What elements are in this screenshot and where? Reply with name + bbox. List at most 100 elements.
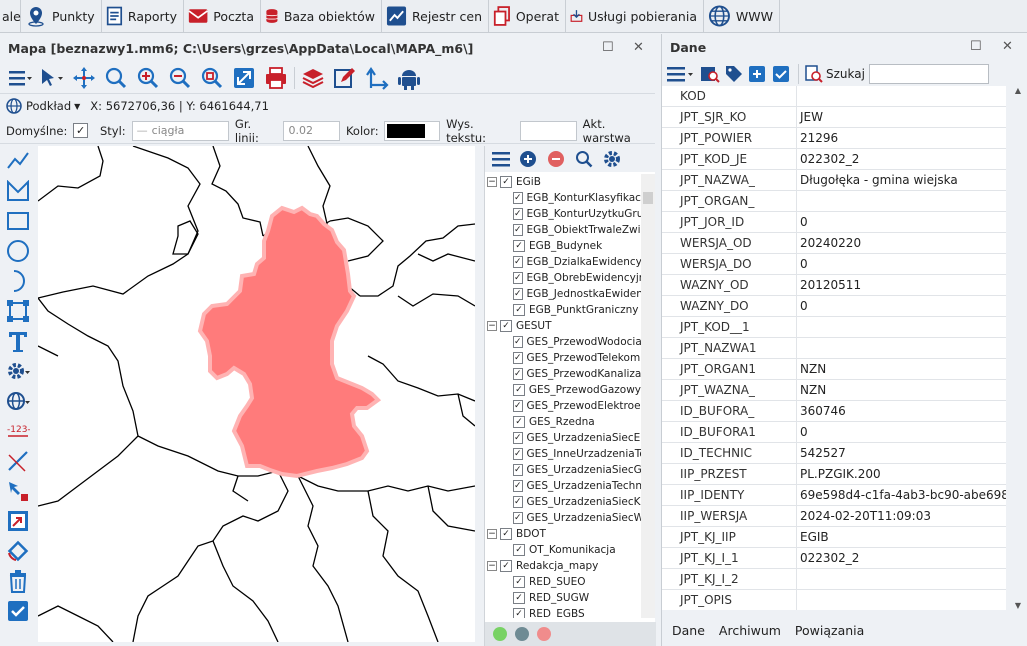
attribute-row[interactable]: JPT_POWIER 21296 bbox=[662, 128, 1006, 149]
confirm-icon[interactable] bbox=[772, 65, 790, 83]
attribute-row[interactable]: JPT_ORGAN_ bbox=[662, 191, 1006, 212]
layer-group-checkbox[interactable]: ✓ bbox=[500, 176, 512, 188]
maximize-icon[interactable]: ☐ bbox=[970, 39, 982, 54]
layer-checkbox[interactable]: ✓ bbox=[513, 448, 523, 460]
layer-item[interactable]: ✓ RED_SUGW bbox=[485, 590, 641, 606]
attribute-row[interactable]: WAZNY_DO 0 bbox=[662, 296, 1006, 317]
layer-checkbox[interactable]: ✓ bbox=[513, 480, 523, 492]
confirm-icon[interactable] bbox=[0, 596, 36, 626]
attribute-row[interactable]: JPT_SJR_KO JEW bbox=[662, 107, 1006, 128]
attribute-row[interactable]: JPT_KOD__1 bbox=[662, 317, 1006, 338]
layer-item[interactable]: ✓GES_PrzewodElektroenergetyczny bbox=[485, 398, 641, 414]
layer-item[interactable]: ✓GES_UrzadzeniaSiecElektroenergetycznej bbox=[485, 430, 641, 446]
pan-icon[interactable] bbox=[68, 64, 100, 92]
attribute-row[interactable]: JPT_NAZWA_ Długołęka - gmina wiejska bbox=[662, 170, 1006, 191]
rotate-icon[interactable] bbox=[0, 536, 36, 566]
coordinate-axes-icon[interactable] bbox=[361, 64, 393, 92]
zoom-window-icon[interactable] bbox=[196, 64, 228, 92]
attribute-value[interactable]: 2024-02-20T11:09:03 bbox=[797, 506, 1006, 526]
status-dot-red[interactable] bbox=[537, 627, 551, 641]
attribute-row[interactable]: KOD bbox=[662, 86, 1006, 107]
select-arrow-icon[interactable] bbox=[36, 64, 68, 92]
attribute-value[interactable]: NZN bbox=[797, 359, 1006, 379]
layer-group[interactable]: − ✓ Redakcja_mapy bbox=[485, 558, 641, 574]
layer-item[interactable]: ✓ RED_SUEO bbox=[485, 574, 641, 590]
layer-checkbox[interactable]: ✓ bbox=[513, 368, 523, 380]
basemap-dropdown[interactable]: Podkład bbox=[26, 99, 71, 113]
zoom-extent-icon[interactable] bbox=[228, 64, 260, 92]
attribute-value[interactable]: NZN bbox=[797, 380, 1006, 400]
map-canvas[interactable] bbox=[38, 146, 475, 642]
collapse-icon[interactable]: − bbox=[487, 529, 497, 539]
print-icon[interactable] bbox=[260, 64, 292, 92]
nav-button-raporty[interactable]: Raporty bbox=[102, 0, 184, 32]
collapse-icon[interactable]: − bbox=[487, 321, 497, 331]
layer-checkbox[interactable]: ✓ bbox=[513, 256, 523, 268]
line-width-select[interactable]: 0.02 bbox=[283, 120, 340, 141]
attribute-row[interactable]: IIP_IDENTY 69e598d4-c1fa-4ab3-bc90-abe698… bbox=[662, 485, 1006, 506]
layer-checkbox[interactable]: ✓ bbox=[513, 192, 523, 204]
arc-icon[interactable] bbox=[0, 266, 36, 296]
attribute-value[interactable] bbox=[797, 338, 1006, 358]
layer-item[interactable]: ✓ RED_EGBS bbox=[485, 606, 641, 618]
layer-checkbox[interactable]: ✓ bbox=[513, 208, 523, 220]
layer-item[interactable]: ✓GES_UrzadzeniaSiecGazowej bbox=[485, 462, 641, 478]
edit-layer-icon[interactable] bbox=[329, 64, 361, 92]
add-icon[interactable] bbox=[748, 65, 766, 83]
layer-item[interactable]: ✓EGB_KonturUzytkuGruntowego bbox=[485, 206, 641, 222]
map-search-icon[interactable] bbox=[700, 64, 720, 84]
nav-button-rejestr[interactable]: Rejestr cen bbox=[382, 0, 489, 32]
collapse-icon[interactable]: − bbox=[487, 177, 497, 187]
color-select[interactable] bbox=[383, 120, 441, 141]
layer-item[interactable]: ✓GES_InneUrzadzeniaTowarzyszace bbox=[485, 446, 641, 462]
layer-checkbox[interactable]: ✓ bbox=[513, 544, 525, 556]
search-input[interactable] bbox=[868, 64, 989, 84]
attribute-row[interactable]: ID_TECHNIC 542527 bbox=[662, 443, 1006, 464]
zoom-in-icon[interactable] bbox=[132, 64, 164, 92]
layer-item[interactable]: ✓EGB_DzialkaEwidencyjna bbox=[485, 254, 641, 270]
attribute-row[interactable]: JPT_KJ_IIP EGIB bbox=[662, 527, 1006, 548]
grid-scrollbar[interactable]: ▲ ▼ bbox=[1010, 86, 1026, 610]
attribute-value[interactable]: 20240220 bbox=[797, 233, 1006, 253]
layer-checkbox[interactable]: ✓ bbox=[513, 592, 525, 604]
circle-icon[interactable] bbox=[0, 236, 36, 266]
nav-button-ale[interactable]: ale bbox=[0, 0, 21, 32]
tag-icon[interactable] bbox=[724, 64, 744, 84]
layer-group[interactable]: − ✓ GESUT bbox=[485, 318, 641, 334]
layer-item[interactable]: ✓EGB_KonturKlasyfikacyjny bbox=[485, 190, 641, 206]
remove-layer-icon[interactable] bbox=[547, 150, 565, 168]
text-height-select[interactable] bbox=[520, 120, 577, 141]
attribute-value[interactable] bbox=[797, 86, 1006, 106]
layer-item[interactable]: ✓ EGB_PunktGraniczny bbox=[485, 302, 641, 318]
layer-checkbox[interactable]: ✓ bbox=[513, 576, 525, 588]
layer-checkbox[interactable]: ✓ bbox=[513, 384, 525, 396]
close-icon[interactable]: ✕ bbox=[1002, 39, 1013, 54]
attribute-value[interactable]: Długołęka - gmina wiejska bbox=[797, 170, 1006, 190]
tab-powiazania[interactable]: Powiązania bbox=[795, 623, 864, 638]
layer-checkbox[interactable]: ✓ bbox=[513, 272, 523, 284]
gear-icon[interactable] bbox=[603, 150, 621, 168]
layer-item[interactable]: ✓ OT_Komunikacja bbox=[485, 542, 641, 558]
layer-group-checkbox[interactable]: ✓ bbox=[500, 320, 512, 332]
android-icon[interactable] bbox=[393, 64, 425, 92]
layers-scrollbar[interactable] bbox=[641, 174, 655, 618]
polygon-icon[interactable] bbox=[0, 176, 36, 206]
nav-button-operat[interactable]: Operat bbox=[489, 0, 566, 32]
layer-item[interactable]: ✓GES_UrzadzeniaSiecWodociagowej bbox=[485, 510, 641, 526]
attribute-row[interactable]: JPT_NAZWA1 bbox=[662, 338, 1006, 359]
select-region-icon[interactable] bbox=[0, 476, 36, 506]
attribute-row[interactable]: JPT_KJ_I_1 022302_2 bbox=[662, 548, 1006, 569]
attribute-row[interactable]: IIP_WERSJA 2024-02-20T11:09:03 bbox=[662, 506, 1006, 527]
attribute-value[interactable]: 0 bbox=[797, 296, 1006, 316]
attribute-row[interactable]: JPT_JOR_ID 0 bbox=[662, 212, 1006, 233]
nav-button-baza[interactable]: Baza obiektów bbox=[261, 0, 382, 32]
attribute-value[interactable]: 21296 bbox=[797, 128, 1006, 148]
layer-checkbox[interactable]: ✓ bbox=[513, 304, 525, 316]
attribute-row[interactable]: WERSJA_OD 20240220 bbox=[662, 233, 1006, 254]
status-dot-gray[interactable] bbox=[515, 627, 529, 641]
layer-checkbox[interactable]: ✓ bbox=[513, 416, 525, 428]
nav-button-uslugi[interactable]: Usługi pobierania bbox=[566, 0, 704, 32]
layer-checkbox[interactable]: ✓ bbox=[513, 512, 523, 524]
defaults-checkbox[interactable]: ✓ bbox=[73, 123, 88, 138]
menu-icon[interactable] bbox=[666, 65, 696, 83]
